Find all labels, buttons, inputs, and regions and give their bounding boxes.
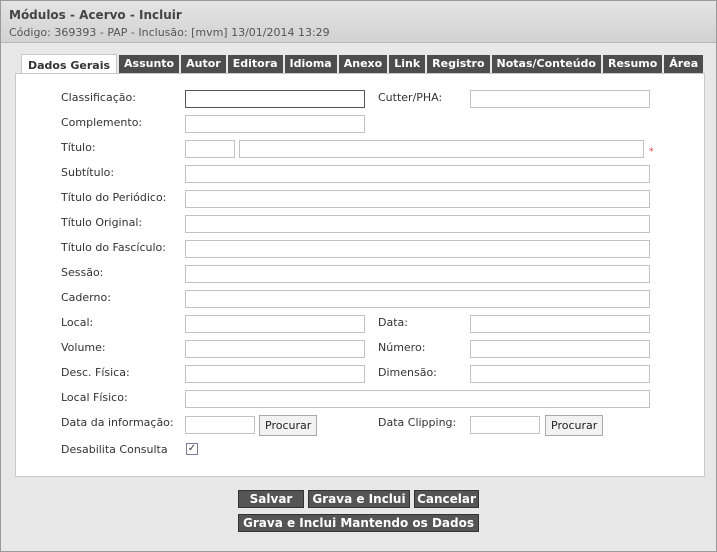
cutter-label: Cutter/PHA: — [378, 91, 443, 104]
data-informacao-label: Data da informação: — [61, 416, 174, 429]
local-input[interactable] — [185, 315, 365, 333]
tab-assunto[interactable]: Assunto — [119, 55, 180, 73]
grava-inclui-mantendo-button[interactable]: Grava e Inclui Mantendo os Dados — [238, 514, 479, 532]
record-info: Código: 369393 - PAP - Inclusão: [mvm] 1… — [9, 26, 330, 39]
complemento-input[interactable] — [185, 115, 365, 133]
tab-registro[interactable]: Registro — [427, 55, 490, 73]
cancelar-button[interactable]: Cancelar — [414, 490, 479, 508]
page-title: Módulos - Acervo - Incluir — [9, 8, 182, 22]
titulo-label: Título: — [61, 141, 96, 154]
sessao-input[interactable] — [185, 265, 650, 283]
tab-anexo[interactable]: Anexo — [338, 55, 388, 73]
desabilita-consulta-label: Desabilita Consulta — [61, 443, 168, 456]
local-fisico-input[interactable] — [185, 390, 650, 408]
volume-input[interactable] — [185, 340, 365, 358]
titulo-original-label: Título Original: — [61, 216, 143, 229]
window-header: Módulos - Acervo - Incluir Código: 36939… — [1, 1, 716, 43]
titulo-input[interactable] — [239, 140, 644, 158]
form-panel: Classificação: Cutter/PHA: Complemento: … — [15, 73, 705, 477]
numero-label: Número: — [378, 341, 426, 354]
dimensao-input[interactable] — [470, 365, 650, 383]
classificacao-input[interactable] — [185, 90, 365, 108]
tab-link[interactable]: Link — [389, 55, 426, 73]
desabilita-consulta-checkbox[interactable]: ✓ — [186, 443, 198, 455]
procurar-data-informacao-button[interactable]: Procurar — [259, 415, 318, 436]
titulo-periodico-label: Título do Periódico: — [61, 191, 167, 204]
subtitulo-input[interactable] — [185, 165, 650, 183]
app-window: Módulos - Acervo - Incluir Código: 36939… — [0, 0, 717, 552]
desc-fisica-label: Desc. Física: — [61, 366, 130, 379]
caderno-label: Caderno: — [61, 291, 111, 304]
required-marker: * — [649, 147, 654, 157]
complemento-label: Complemento: — [61, 116, 143, 129]
local-fisico-label: Local Físico: — [61, 391, 128, 404]
data-informacao-input[interactable] — [185, 416, 255, 434]
subtitulo-label: Subtítulo: — [61, 166, 115, 179]
volume-label: Volume: — [61, 341, 106, 354]
grava-inclui-button[interactable]: Grava e Inclui — [308, 490, 410, 508]
data-clipping-label: Data Clipping: — [378, 416, 457, 429]
desc-fisica-input[interactable] — [185, 365, 365, 383]
tab-area[interactable]: Área — [664, 55, 704, 73]
cutter-input[interactable] — [470, 90, 650, 108]
dimensao-label: Dimensão: — [378, 366, 437, 379]
numero-input[interactable] — [470, 340, 650, 358]
titulo-original-input[interactable] — [185, 215, 650, 233]
salvar-button[interactable]: Salvar — [238, 490, 304, 508]
classificacao-label: Classificação: — [61, 91, 136, 104]
tab-resumo[interactable]: Resumo — [602, 55, 663, 73]
titulo-article-input[interactable] — [185, 140, 235, 158]
local-label: Local: — [61, 316, 94, 329]
tab-autor[interactable]: Autor — [181, 55, 226, 73]
titulo-fasciculo-label: Título do Fascículo: — [61, 241, 166, 254]
sessao-label: Sessão: — [61, 266, 104, 279]
titulo-fasciculo-input[interactable] — [185, 240, 650, 258]
tab-idioma[interactable]: Idioma — [284, 55, 337, 73]
tab-editora[interactable]: Editora — [227, 55, 283, 73]
procurar-data-clipping-button[interactable]: Procurar — [545, 415, 604, 436]
caderno-input[interactable] — [185, 290, 650, 308]
data-label: Data: — [378, 316, 408, 329]
data-input[interactable] — [470, 315, 650, 333]
titulo-periodico-input[interactable] — [185, 190, 650, 208]
data-clipping-input[interactable] — [470, 416, 540, 434]
tab-dados-gerais[interactable]: Dados Gerais — [21, 54, 118, 74]
tab-notas-conteudo[interactable]: Notas/Conteúdo — [491, 55, 601, 73]
tab-bar: Dados Gerais Assunto Autor Editora Idiom… — [21, 54, 705, 74]
